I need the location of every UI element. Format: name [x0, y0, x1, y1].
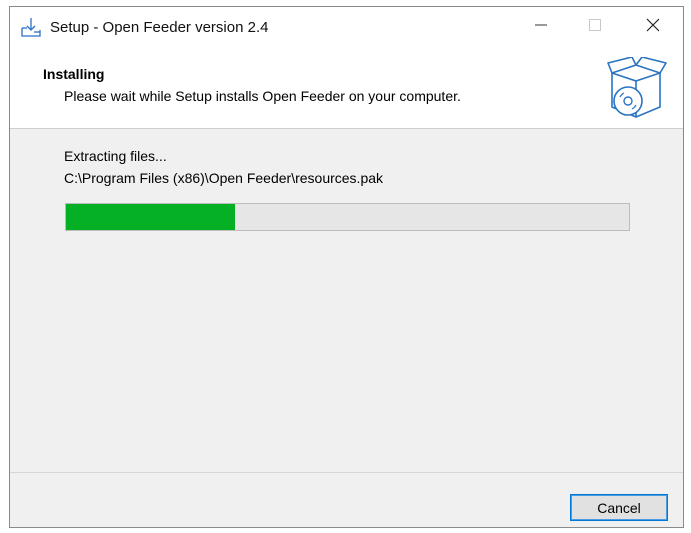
page-subtitle: Please wait while Setup installs Open Fe… [64, 88, 461, 104]
maximize-icon [589, 18, 601, 36]
minimize-button[interactable] [518, 7, 564, 47]
cancel-button[interactable]: Cancel [570, 494, 668, 521]
footer-divider [10, 472, 683, 473]
minimize-icon [535, 18, 547, 36]
page-title: Installing [43, 66, 105, 82]
maximize-button[interactable] [572, 7, 618, 47]
setup-window: Setup - Open Feeder version 2.4 Installi… [9, 6, 684, 528]
current-file-path: C:\Program Files (x86)\Open Feeder\resou… [64, 170, 384, 186]
wizard-header: Installing Please wait while Setup insta… [10, 47, 683, 129]
close-icon [646, 18, 660, 37]
software-box-disc-icon [606, 56, 668, 123]
progress-bar-fill [66, 204, 235, 230]
close-button[interactable] [630, 7, 676, 47]
title-bar[interactable]: Setup - Open Feeder version 2.4 [10, 7, 683, 47]
progress-bar [65, 203, 630, 231]
window-title: Setup - Open Feeder version 2.4 [50, 19, 269, 36]
install-download-icon [20, 16, 42, 38]
status-text: Extracting files... [64, 148, 167, 164]
